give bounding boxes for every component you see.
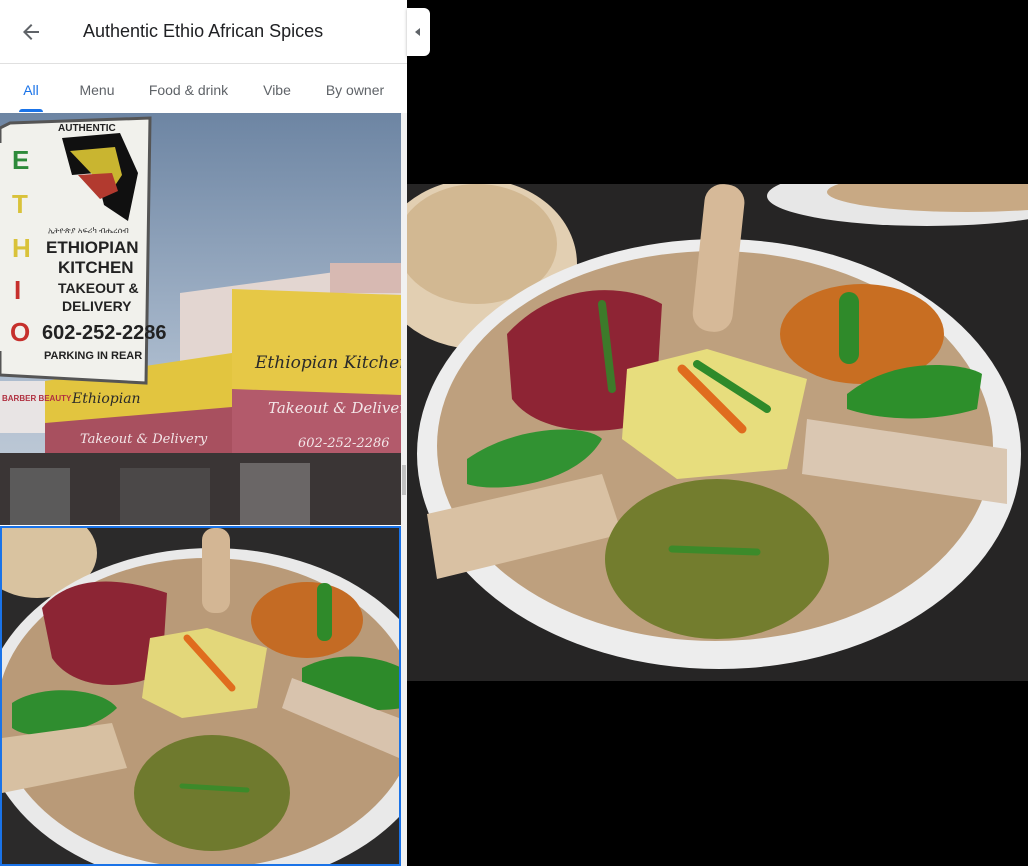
side-panel: Authentic Ethio African Spices All Menu … (0, 0, 407, 866)
sign-service-line-2: DELIVERY (62, 298, 132, 314)
sign-top-text: AUTHENTIC (58, 123, 116, 134)
neighbor-sign: BARBER BEAUTY (2, 394, 72, 403)
sign-letter-i: I (14, 275, 21, 305)
awning-right-phone: 602-252-2286 (298, 436, 390, 451)
sign-name-line-2: KITCHEN (58, 258, 134, 277)
back-button[interactable] (19, 20, 43, 44)
sign-letter-e: E (12, 145, 29, 175)
sign-letter-h: H (12, 233, 31, 263)
photo-food-platter-selected[interactable] (0, 526, 401, 866)
sign-amharic-text: ኢትዮጵያ አፍሪካ ብሔረሰብ (48, 226, 129, 235)
sign-parking: PARKING IN REAR (44, 350, 142, 362)
chevron-left-icon (415, 28, 420, 36)
place-title: Authentic Ethio African Spices (83, 21, 324, 41)
tab-vibe[interactable]: Vibe (257, 64, 297, 112)
food-platter-large-image (407, 184, 1028, 681)
awning-left-name: Ethiopian (71, 391, 141, 407)
photo-storefront[interactable]: Ethiopian Kitchen Takeout & Delivery 602… (0, 113, 401, 525)
photo-category-tabs: All Menu Food & drink Vibe By owner (0, 64, 407, 112)
sign-letter-t: T (12, 189, 28, 219)
panel-header: Authentic Ethio African Spices (0, 0, 407, 64)
awning-right-service: Takeout & Delivery (268, 399, 401, 417)
food-platter-thumbnail (2, 528, 399, 864)
arrow-back-icon (23, 24, 39, 40)
tab-menu[interactable]: Menu (72, 64, 122, 112)
scrollbar-thumb[interactable] (402, 465, 406, 495)
awning-left-service: Takeout & Delivery (80, 432, 208, 447)
sign-name-line-1: ETHIOPIAN (46, 238, 139, 257)
awning-right-name: Ethiopian Kitchen (254, 353, 401, 373)
active-tab-indicator (19, 109, 43, 112)
tab-by-owner[interactable]: By owner (320, 64, 390, 112)
tab-food-drink[interactable]: Food & drink (141, 64, 236, 112)
tab-all[interactable]: All (19, 64, 43, 112)
sign-phone: 602-252-2286 (42, 322, 167, 344)
photo-viewer[interactable] (407, 184, 1028, 681)
storefront-image: Ethiopian Kitchen Takeout & Delivery 602… (0, 113, 401, 525)
collapse-panel-button[interactable] (407, 8, 430, 56)
sign-letter-o: O (10, 317, 30, 347)
sign-service-line-1: TAKEOUT & (58, 280, 139, 296)
